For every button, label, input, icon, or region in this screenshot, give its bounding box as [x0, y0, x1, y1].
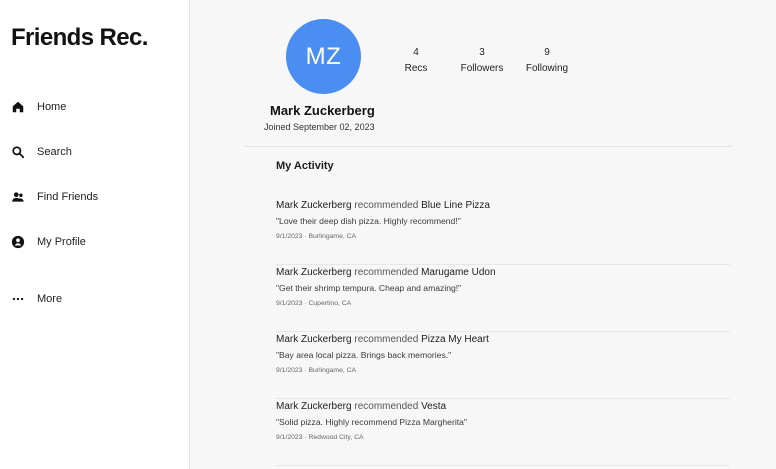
recs-count: 4 — [413, 47, 419, 58]
sidebar-item-label: Search — [37, 146, 72, 158]
recs-label: Recs — [404, 63, 428, 74]
activity-item[interactable]: Mark Zuckerberg recommended Vesta "Solid… — [276, 400, 730, 466]
activity-place[interactable]: Pizza My Heart — [421, 334, 489, 345]
sidebar: Friends Rec. Home Search Find Friends My… — [0, 0, 190, 469]
app-root: Friends Rec. Home Search Find Friends My… — [0, 0, 776, 469]
avatar[interactable]: MZ — [286, 19, 361, 94]
activity-meta: 9/1/2023 · Burlingame, CA — [276, 367, 357, 374]
activity-actor[interactable]: Mark Zuckerberg — [276, 334, 352, 345]
activity-place[interactable]: Marugame Udon — [421, 267, 495, 278]
sidebar-item-search[interactable]: Search — [0, 141, 189, 163]
activity-verb: recommended — [354, 401, 419, 412]
activity-item[interactable]: Mark Zuckerberg recommended Blue Line Pi… — [276, 199, 730, 265]
activity-headline: Mark Zuckerberg recommended Marugame Udo… — [276, 266, 730, 280]
home-icon — [11, 100, 25, 114]
activity-headline: Mark Zuckerberg recommended Pizza My Hea… — [276, 333, 730, 347]
sidebar-item-find-friends[interactable]: Find Friends — [0, 186, 189, 208]
search-icon — [11, 145, 25, 159]
activity-list: Mark Zuckerberg recommended Blue Line Pi… — [276, 199, 730, 466]
app-title: Friends Rec. — [11, 24, 148, 51]
following-label: Following — [525, 63, 569, 74]
activity-place[interactable]: Vesta — [421, 401, 446, 412]
followers-stat[interactable]: 3 Followers — [456, 45, 508, 77]
activity-verb: recommended — [354, 267, 419, 278]
more-icon — [11, 292, 25, 306]
activity-place[interactable]: Blue Line Pizza — [421, 200, 490, 211]
profile-name: Mark Zuckerberg — [270, 103, 375, 118]
profile-header: MZ Mark Zuckerberg Joined September 02, … — [190, 0, 776, 146]
users-icon — [11, 190, 25, 204]
activity-actor[interactable]: Mark Zuckerberg — [276, 401, 352, 412]
activity-headline: Mark Zuckerberg recommended Blue Line Pi… — [276, 199, 730, 213]
sidebar-item-home[interactable]: Home — [0, 96, 189, 118]
following-stat[interactable]: 9 Following — [523, 45, 571, 77]
activity-actor[interactable]: Mark Zuckerberg — [276, 267, 352, 278]
activity-actor[interactable]: Mark Zuckerberg — [276, 200, 352, 211]
sidebar-item-label: More — [37, 293, 63, 305]
followers-count: 3 — [479, 47, 485, 58]
recs-stat[interactable]: 4 Recs — [400, 45, 432, 77]
activity-title: My Activity — [276, 160, 334, 172]
joined-date: Joined September 02, 2023 — [264, 122, 375, 132]
sidebar-item-my-profile[interactable]: My Profile — [0, 231, 189, 253]
activity-verb: recommended — [354, 200, 419, 211]
activity-verb: recommended — [354, 334, 419, 345]
sidebar-item-label: Find Friends — [37, 191, 99, 203]
sidebar-nav: Home Search Find Friends My Profile More — [0, 96, 189, 333]
following-count: 9 — [544, 47, 550, 58]
sidebar-item-label: My Profile — [37, 236, 86, 248]
activity-quote: "Love their deep dish pizza. Highly reco… — [276, 216, 461, 226]
activity-quote: "Solid pizza. Highly recommend Pizza Mar… — [276, 417, 467, 427]
activity-meta: 9/1/2023 · Burlingame, CA — [276, 233, 357, 240]
activity-meta: 9/1/2023 · Cupertino, CA — [276, 300, 352, 307]
sidebar-item-label: Home — [37, 101, 67, 113]
activity-item[interactable]: Mark Zuckerberg recommended Pizza My Hea… — [276, 333, 730, 399]
followers-label: Followers — [460, 63, 504, 74]
sidebar-item-more[interactable]: More — [0, 288, 189, 310]
activity-headline: Mark Zuckerberg recommended Vesta — [276, 400, 730, 414]
activity-quote: "Get their shrimp tempura. Cheap and ama… — [276, 283, 462, 293]
profile-icon — [11, 235, 25, 249]
activity-item[interactable]: Mark Zuckerberg recommended Marugame Udo… — [276, 266, 730, 332]
profile-page: MZ Mark Zuckerberg Joined September 02, … — [190, 0, 776, 469]
profile-divider — [245, 146, 732, 147]
activity-meta: 9/1/2023 · Redwood City, CA — [276, 434, 364, 441]
activity-quote: "Bay area local pizza. Brings back memor… — [276, 350, 452, 360]
